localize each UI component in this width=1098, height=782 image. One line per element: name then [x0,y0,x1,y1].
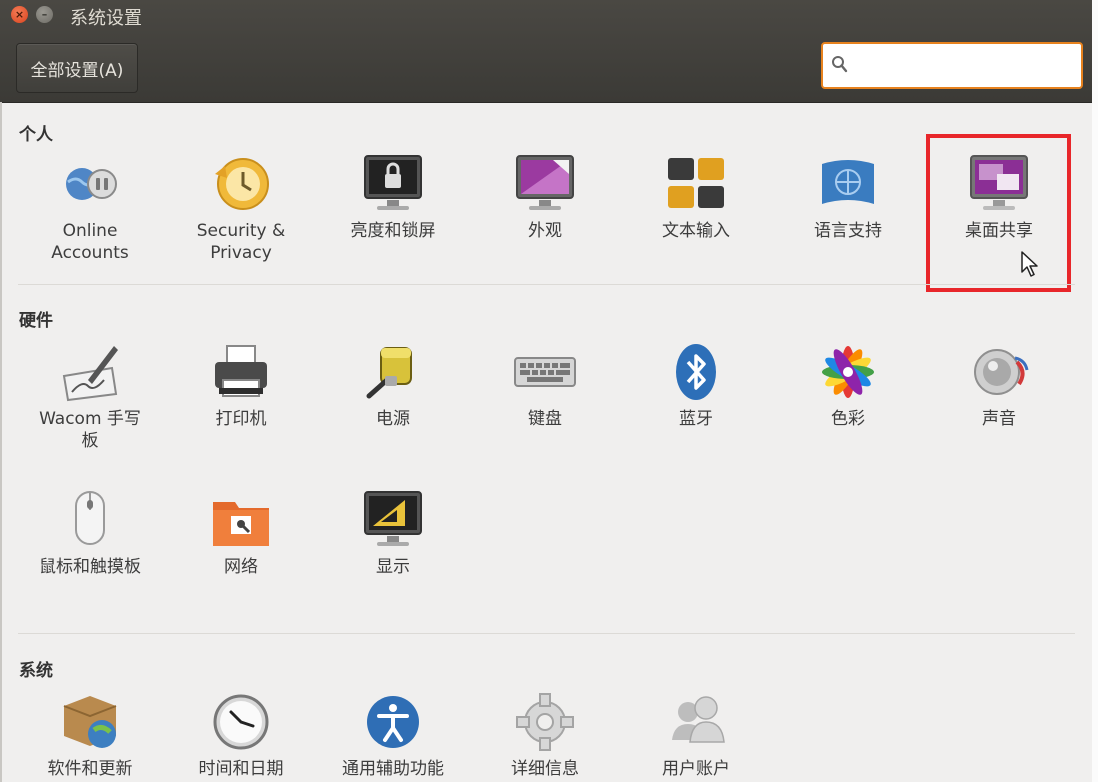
language-support-icon [822,160,874,204]
settings-item-online-accounts[interactable]: Online Accounts [20,152,160,264]
settings-item-details[interactable]: 详细信息 [475,690,615,780]
network-icon [213,502,269,546]
user-accounts-icon [672,696,725,743]
settings-item-bluetooth[interactable]: 蓝牙 [626,340,766,430]
settings-item-power[interactable]: 电源 [323,340,463,430]
settings-item-label: 外观 [528,221,562,241]
settings-item-label: 色彩 [831,409,865,429]
power-icon [366,347,412,399]
time-date-icon [213,694,269,750]
settings-item-label: 电源 [376,409,410,429]
keyboard-icon [514,357,576,387]
settings-item-label: 声音 [982,409,1016,429]
settings-item-label: 显示 [376,557,410,577]
settings-item-color[interactable]: 色彩 [778,340,918,430]
section-title-hardware: 硬件 [19,311,53,331]
settings-item-label: 时间和日期 [198,759,284,779]
search-icon [832,56,848,73]
settings-item-label: Online Accounts [51,221,129,263]
section-title-system: 系统 [19,661,53,681]
search-box[interactable] [821,42,1083,89]
all-settings-button[interactable]: 全部设置(A) [16,43,138,93]
settings-item-label: 键盘 [528,409,562,429]
settings-item-label: 用户账户 [662,759,730,779]
settings-item-label: 详细信息 [511,759,579,779]
settings-item-sound[interactable]: 声音 [929,340,1069,430]
settings-item-label: 语言支持 [814,221,882,241]
settings-item-label: 打印机 [215,409,267,429]
settings-item-text-entry[interactable]: 文本输入 [626,152,766,242]
settings-item-label: 亮度和锁屏 [350,221,436,241]
printer-icon [215,345,267,397]
bluetooth-icon [676,344,716,400]
settings-item-printer[interactable]: 打印机 [171,340,311,430]
search-input[interactable] [853,52,1077,81]
settings-item-label: Security & Privacy [196,221,286,263]
settings-item-universal-access[interactable]: 通用辅助功能 [323,690,463,780]
settings-item-user-accounts[interactable]: 用户账户 [626,690,766,780]
online-accounts-icon [66,168,117,200]
settings-item-label: 蓝牙 [679,409,713,429]
settings-item-label: 网络 [224,557,258,577]
header-bar: × – 系统设置 全部设置(A) [0,0,1092,103]
settings-item-brightness-lock[interactable]: 亮度和锁屏 [323,152,463,242]
settings-item-label: 软件和更新 [47,759,133,779]
brightness-lock-icon [364,155,422,210]
section-divider [18,284,1075,285]
close-icon[interactable]: × [11,6,28,23]
software-updates-icon [63,696,117,748]
section-title-personal: 个人 [19,125,53,145]
highlight-box [926,134,1071,292]
security-privacy-icon [215,158,269,210]
settings-item-label: 通用辅助功能 [342,759,444,779]
details-icon [516,693,574,751]
settings-item-label: 鼠标和触摸板 [39,557,141,577]
settings-item-keyboard[interactable]: 键盘 [475,340,615,430]
settings-item-security-privacy[interactable]: Security & Privacy [171,152,311,264]
section-divider [18,633,1075,634]
settings-item-network[interactable]: 网络 [171,488,311,578]
settings-item-wacom[interactable]: Wacom 手写 板 [20,340,160,452]
settings-item-displays[interactable]: 显示 [323,488,463,578]
window-title: 系统设置 [70,8,142,29]
settings-item-label: Wacom 手写 板 [39,409,141,451]
settings-item-software-updates[interactable]: 软件和更新 [20,690,160,780]
settings-item-time-date[interactable]: 时间和日期 [171,690,311,780]
window-right-edge [1092,0,1098,782]
settings-item-label: 文本输入 [662,221,730,241]
mouse-cursor-icon [1021,251,1038,277]
window-left-border [0,102,2,782]
mouse-touchpad-icon [75,491,105,545]
wacom-tablet-icon [62,346,118,402]
universal-access-icon [367,696,419,748]
text-entry-icon [668,158,724,208]
settings-item-appearance[interactable]: 外观 [475,152,615,242]
sound-icon [974,349,1029,395]
displays-icon [364,491,422,546]
color-icon [822,346,874,398]
minimize-icon[interactable]: – [36,6,53,23]
settings-item-mouse-touchpad[interactable]: 鼠标和触摸板 [20,488,160,578]
appearance-icon [516,155,574,210]
settings-item-language-support[interactable]: 语言支持 [778,152,918,242]
